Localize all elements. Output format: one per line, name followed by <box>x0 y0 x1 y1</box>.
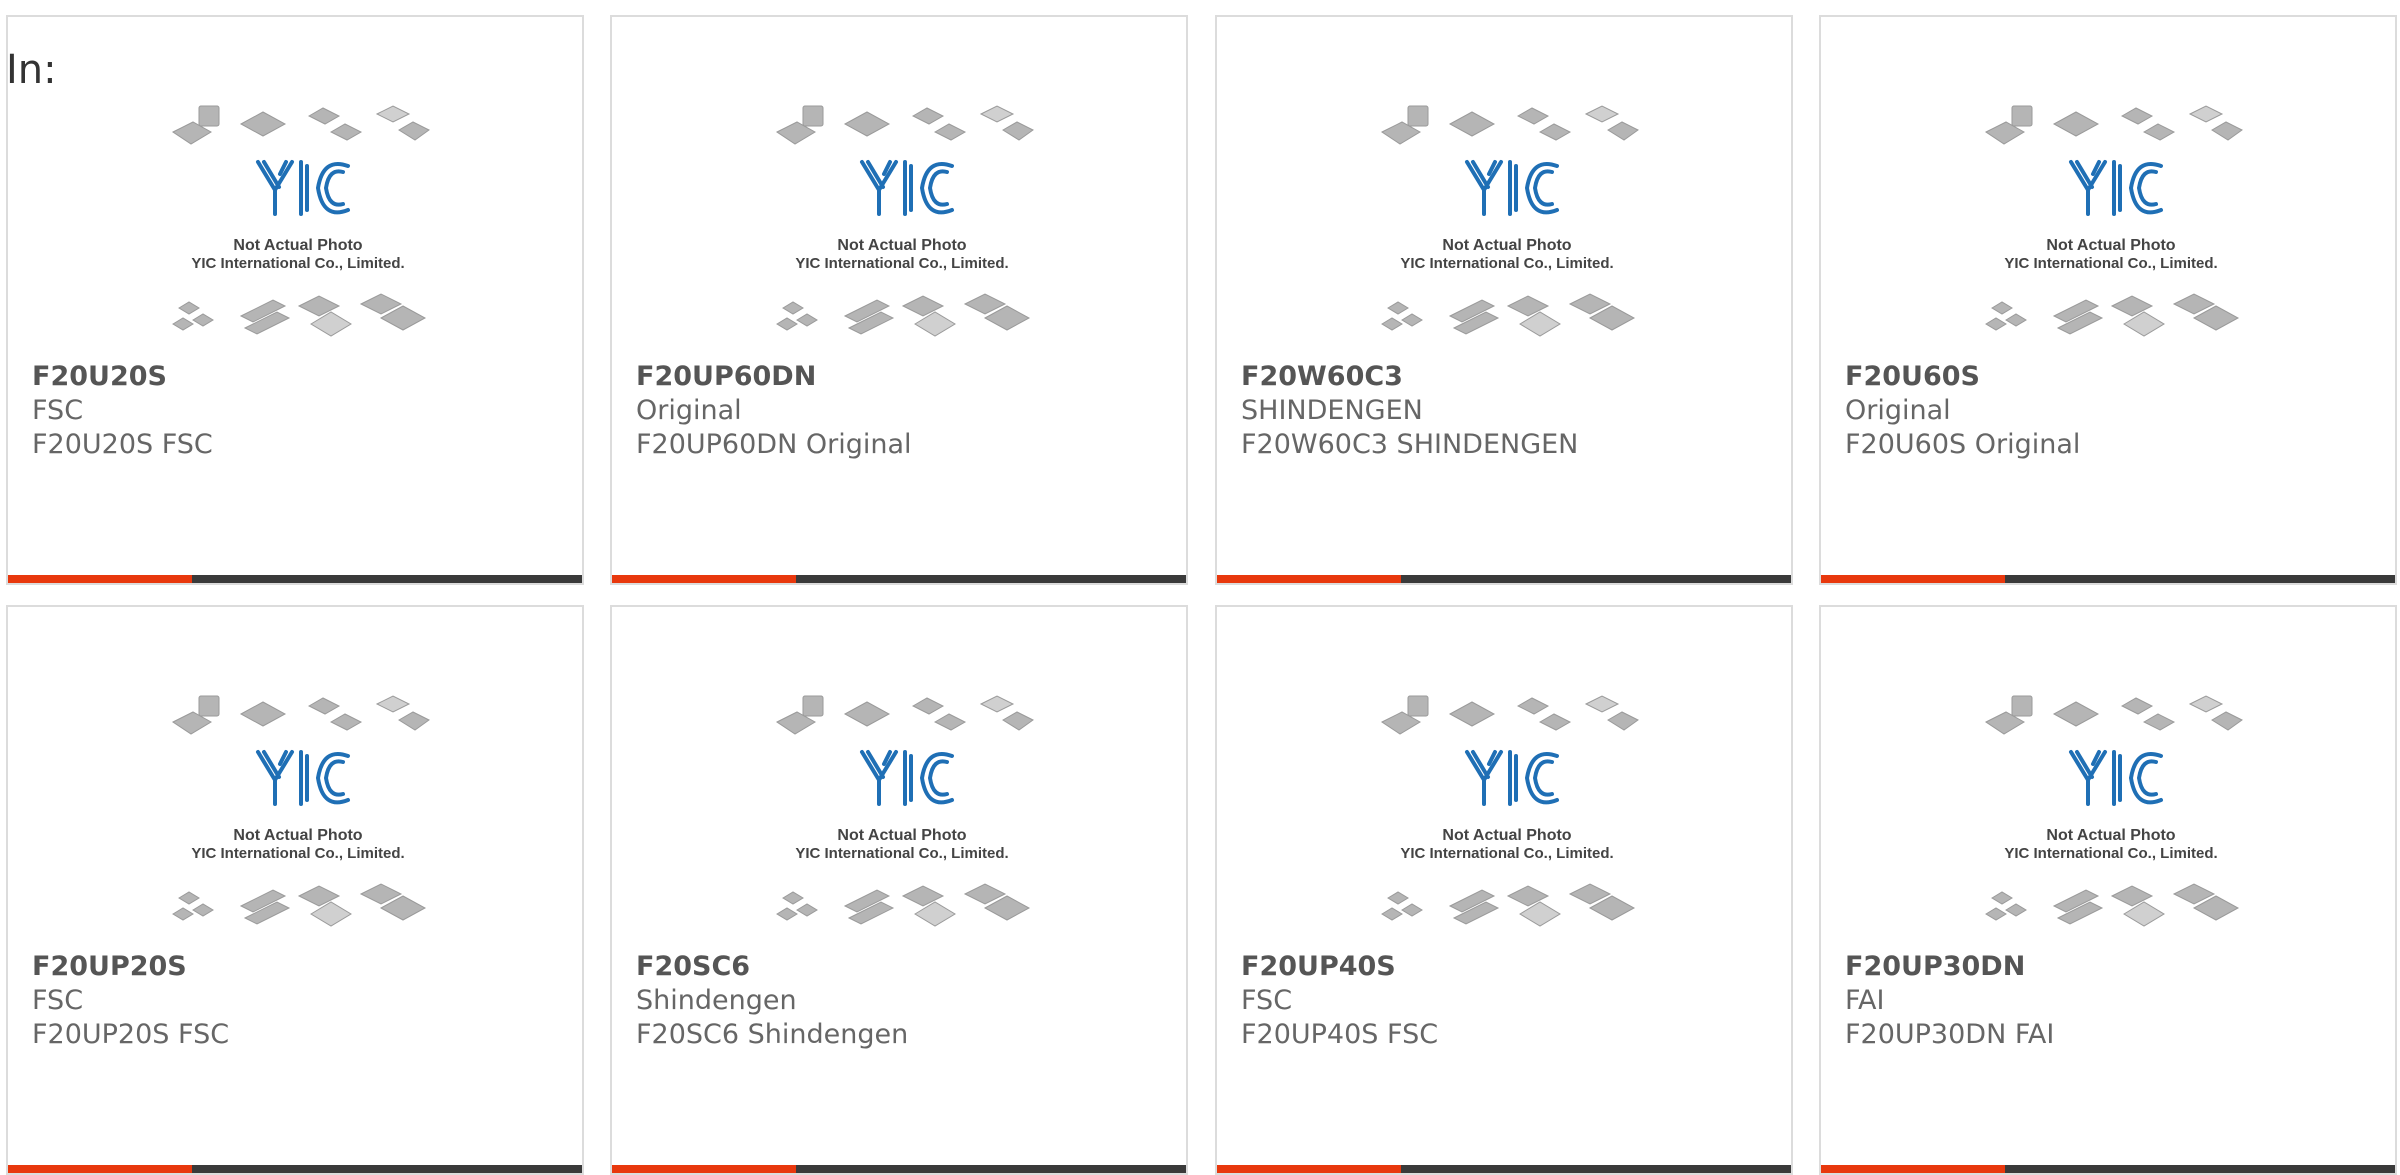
card-footer-bar <box>1217 1165 1791 1173</box>
product-info: F20U60S Original F20U60S Original <box>1845 360 2385 462</box>
part-number-link[interactable]: F20W60C3 <box>1241 360 1781 394</box>
placeholder-line1: Not Actual Photo <box>233 827 362 844</box>
product-card[interactable]: Not Actual Photo YIC International Co., … <box>610 15 1188 585</box>
card-footer-accent <box>1821 1165 2005 1173</box>
product-description: F20UP30DN FAI <box>1845 1019 2055 1050</box>
card-footer-bar <box>1217 575 1791 583</box>
manufacturer-label: FSC <box>1241 985 1293 1016</box>
product-card[interactable]: Not Actual Photo YIC International Co., … <box>1215 605 1793 1175</box>
card-footer-bar <box>612 575 1186 583</box>
placeholder-line2: YIC International Co., Limited. <box>795 845 1008 862</box>
card-footer-bar <box>612 1165 1186 1173</box>
placeholder-line2: YIC International Co., Limited. <box>1400 845 1613 862</box>
manufacturer-label: Shindengen <box>636 985 797 1016</box>
product-description: F20U20S FSC <box>32 429 213 460</box>
product-card[interactable]: Not Actual Photo YIC International Co., … <box>1215 15 1793 585</box>
card-footer-accent <box>1821 575 2005 583</box>
manufacturer-label: FSC <box>32 395 84 426</box>
product-info: F20U20S FSC F20U20S FSC <box>32 360 572 462</box>
card-footer-bar <box>8 575 582 583</box>
card-footer-accent <box>612 575 796 583</box>
product-info: F20UP20S FSC F20UP20S FSC <box>32 950 572 1052</box>
part-number-link[interactable]: F20UP40S <box>1241 950 1781 984</box>
placeholder-line2: YIC International Co., Limited. <box>191 845 404 862</box>
card-footer-accent <box>1217 575 1401 583</box>
product-card[interactable]: Not Actual Photo YIC International Co., … <box>610 605 1188 1175</box>
product-info: F20UP40S FSC F20UP40S FSC <box>1241 950 1781 1052</box>
product-description: F20SC6 Shindengen <box>636 1019 909 1050</box>
product-card[interactable]: Not Actual Photo YIC International Co., … <box>1819 15 2397 585</box>
placeholder-line1: Not Actual Photo <box>2046 237 2175 254</box>
product-placeholder-image[interactable]: Not Actual Photo YIC International Co., … <box>767 102 1037 352</box>
card-footer-accent <box>1217 1165 1401 1173</box>
manufacturer-label: FAI <box>1845 985 1885 1016</box>
placeholder-line2: YIC International Co., Limited. <box>1400 255 1613 272</box>
placeholder-line1: Not Actual Photo <box>1442 237 1571 254</box>
placeholder-line2: YIC International Co., Limited. <box>191 255 404 272</box>
product-description: F20UP20S FSC <box>32 1019 230 1050</box>
placeholder-line1: Not Actual Photo <box>233 237 362 254</box>
placeholder-line1: Not Actual Photo <box>837 237 966 254</box>
product-description: F20UP60DN Original <box>636 429 912 460</box>
product-placeholder-image[interactable]: Not Actual Photo YIC International Co., … <box>163 102 433 352</box>
product-grid: Not Actual Photo YIC International Co., … <box>0 0 2400 1175</box>
product-placeholder-image[interactable]: Not Actual Photo YIC International Co., … <box>1372 102 1642 352</box>
manufacturer-label: FSC <box>32 985 84 1016</box>
placeholder-line1: Not Actual Photo <box>2046 827 2175 844</box>
product-card[interactable]: Not Actual Photo YIC International Co., … <box>6 605 584 1175</box>
placeholder-line2: YIC International Co., Limited. <box>2004 255 2217 272</box>
product-description: F20W60C3 SHINDENGEN <box>1241 429 1579 460</box>
card-footer-bar <box>1821 1165 2395 1173</box>
product-info: F20W60C3 SHINDENGEN F20W60C3 SHINDENGEN <box>1241 360 1781 462</box>
manufacturer-label: Original <box>1845 395 1951 426</box>
part-number-link[interactable]: F20UP30DN <box>1845 950 2385 984</box>
product-placeholder-image[interactable]: Not Actual Photo YIC International Co., … <box>767 692 1037 942</box>
placeholder-line1: Not Actual Photo <box>1442 827 1571 844</box>
card-footer-accent <box>8 1165 192 1173</box>
placeholder-line1: Not Actual Photo <box>837 827 966 844</box>
product-placeholder-image[interactable]: Not Actual Photo YIC International Co., … <box>1372 692 1642 942</box>
placeholder-line2: YIC International Co., Limited. <box>795 255 1008 272</box>
product-info: F20UP30DN FAI F20UP30DN FAI <box>1845 950 2385 1052</box>
product-info: F20SC6 Shindengen F20SC6 Shindengen <box>636 950 1176 1052</box>
part-number-link[interactable]: F20U20S <box>32 360 572 394</box>
part-number-link[interactable]: F20UP60DN <box>636 360 1176 394</box>
part-number-link[interactable]: F20SC6 <box>636 950 1176 984</box>
part-number-link[interactable]: F20U60S <box>1845 360 2385 394</box>
product-card[interactable]: Not Actual Photo YIC International Co., … <box>6 15 584 585</box>
card-footer-accent <box>612 1165 796 1173</box>
manufacturer-label: SHINDENGEN <box>1241 395 1423 426</box>
placeholder-line2: YIC International Co., Limited. <box>2004 845 2217 862</box>
product-description: F20U60S Original <box>1845 429 2081 460</box>
product-description: F20UP40S FSC <box>1241 1019 1439 1050</box>
card-footer-bar <box>8 1165 582 1173</box>
product-placeholder-image[interactable]: Not Actual Photo YIC International Co., … <box>1976 102 2246 352</box>
product-info: F20UP60DN Original F20UP60DN Original <box>636 360 1176 462</box>
product-card[interactable]: Not Actual Photo YIC International Co., … <box>1819 605 2397 1175</box>
card-footer-accent <box>8 575 192 583</box>
part-number-link[interactable]: F20UP20S <box>32 950 572 984</box>
product-placeholder-image[interactable]: Not Actual Photo YIC International Co., … <box>1976 692 2246 942</box>
product-placeholder-image[interactable]: Not Actual Photo YIC International Co., … <box>163 692 433 942</box>
card-footer-bar <box>1821 575 2395 583</box>
manufacturer-label: Original <box>636 395 742 426</box>
in-label: In: <box>6 47 57 93</box>
